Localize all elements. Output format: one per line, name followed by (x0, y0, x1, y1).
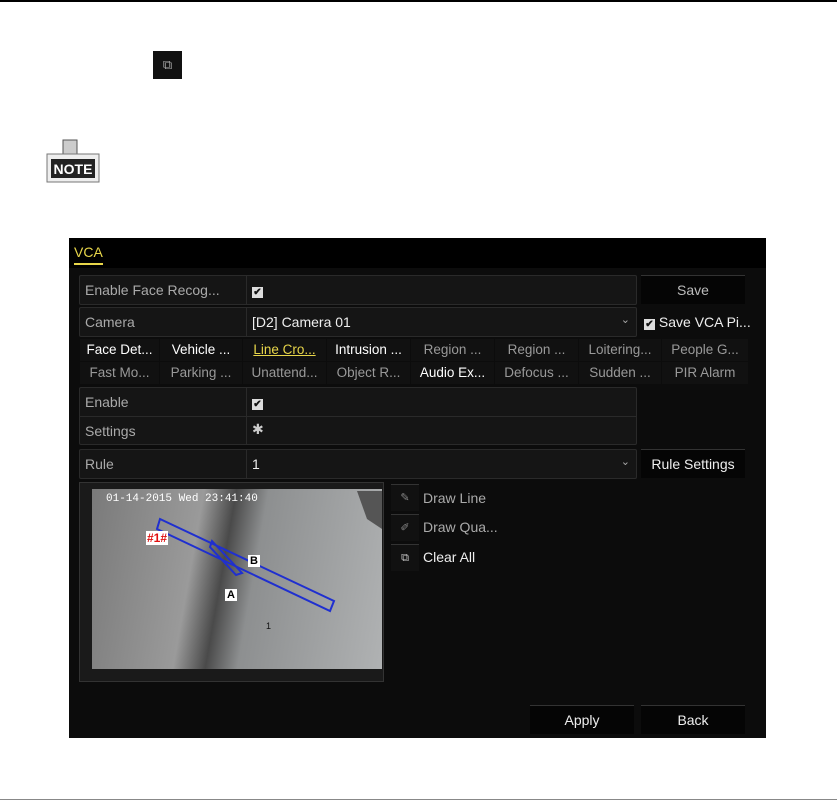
gear-icon[interactable]: ✱ (252, 421, 264, 438)
rule-select[interactable]: 1 (252, 456, 260, 472)
tab-tabs_row2-5[interactable]: Defocus ... (495, 362, 578, 384)
camera-label: Camera (85, 314, 135, 330)
camera-row[interactable]: Camera [D2] Camera 01 ⌄ (79, 307, 637, 337)
bottom-rule (0, 799, 837, 800)
camera-number: 1 (266, 621, 272, 631)
tab-tabs_row2-0[interactable]: Fast Mo... (80, 362, 159, 384)
tab-tabs_row1-0[interactable]: Face Det... (80, 339, 159, 361)
draw-quad-button[interactable]: Draw Qua... (423, 519, 498, 535)
tab-tabs_row1-6[interactable]: Loitering... (579, 339, 661, 361)
tab-tabs_row2-6[interactable]: Sudden ... (579, 362, 661, 384)
tab-tabs_row2-3[interactable]: Object R... (327, 362, 410, 384)
tab-tabs_row1-3[interactable]: Intrusion ... (327, 339, 410, 361)
rule-row[interactable]: Rule 1 ⌄ (79, 449, 637, 479)
vca-title[interactable]: VCA (74, 244, 103, 265)
clear-all-button[interactable]: Clear All (423, 549, 475, 565)
pencil-icon[interactable]: ✎ (391, 484, 419, 511)
svg-text:NOTE: NOTE (54, 161, 93, 177)
point-b-label: B (248, 555, 260, 567)
chevron-down-icon: ⌄ (620, 456, 630, 468)
tab-tabs_row1-2[interactable]: Line Cro... (243, 339, 326, 361)
title-bar (69, 238, 766, 268)
clear-all-icon[interactable]: ⧉ (391, 544, 419, 571)
vca-window: VCA Enable Face Recog... ✔ Save Camera [… (69, 238, 766, 738)
camera-select[interactable]: [D2] Camera 01 (252, 314, 351, 330)
tab-tabs_row2-1[interactable]: Parking ... (160, 362, 242, 384)
enable-face-checkbox[interactable]: ✔ (252, 287, 263, 298)
top-rule (0, 0, 837, 2)
save-pic-checkbox[interactable]: ✔ (644, 319, 655, 330)
save-pic-label: Save VCA Pi... (658, 314, 751, 330)
back-button[interactable]: Back (641, 705, 745, 734)
tab-tabs_row2-7[interactable]: PIR Alarm (662, 362, 748, 384)
chevron-down-icon: ⌄ (620, 314, 630, 326)
enable-face-row: Enable Face Recog... ✔ (79, 275, 637, 305)
tab-tabs_row1-4[interactable]: Region ... (411, 339, 494, 361)
tab-tabs_row2-2[interactable]: Unattend... (243, 362, 326, 384)
tab-tabs_row2-4[interactable]: Audio Ex... (411, 362, 494, 384)
enable-checkbox[interactable]: ✔ (252, 399, 263, 410)
apply-button[interactable]: Apply (530, 705, 634, 734)
video-preview: 01-14-2015 Wed 23:41:40 #1# B A 1 (79, 482, 384, 682)
camera-image[interactable]: 01-14-2015 Wed 23:41:40 #1# B A 1 (92, 489, 382, 669)
clear-all-icon: ⧉ (153, 51, 182, 79)
settings-label: Settings (85, 423, 136, 439)
tab-tabs_row1-5[interactable]: Region ... (495, 339, 578, 361)
tab-tabs_row1-7[interactable]: People G... (662, 339, 748, 361)
enable-settings-group: Enable ✔ Settings ✱ (79, 387, 637, 445)
tab-tabs_row1-1[interactable]: Vehicle ... (160, 339, 242, 361)
save-button[interactable]: Save (641, 275, 745, 304)
enable-label: Enable (85, 394, 129, 410)
point-a-label: A (225, 589, 237, 601)
rule-label: Rule (85, 456, 114, 472)
save-pic-option[interactable]: ✔ Save VCA Pi... (644, 314, 751, 330)
note-icon: NOTE (45, 138, 101, 184)
rule-tag: #1# (146, 531, 169, 545)
rule-settings-button[interactable]: Rule Settings (641, 449, 745, 478)
enable-face-label: Enable Face Recog... (85, 282, 220, 298)
edit-icon[interactable]: ✐ (391, 514, 419, 541)
draw-line-button[interactable]: Draw Line (423, 490, 486, 506)
osd-timestamp: 01-14-2015 Wed 23:41:40 (106, 493, 258, 505)
